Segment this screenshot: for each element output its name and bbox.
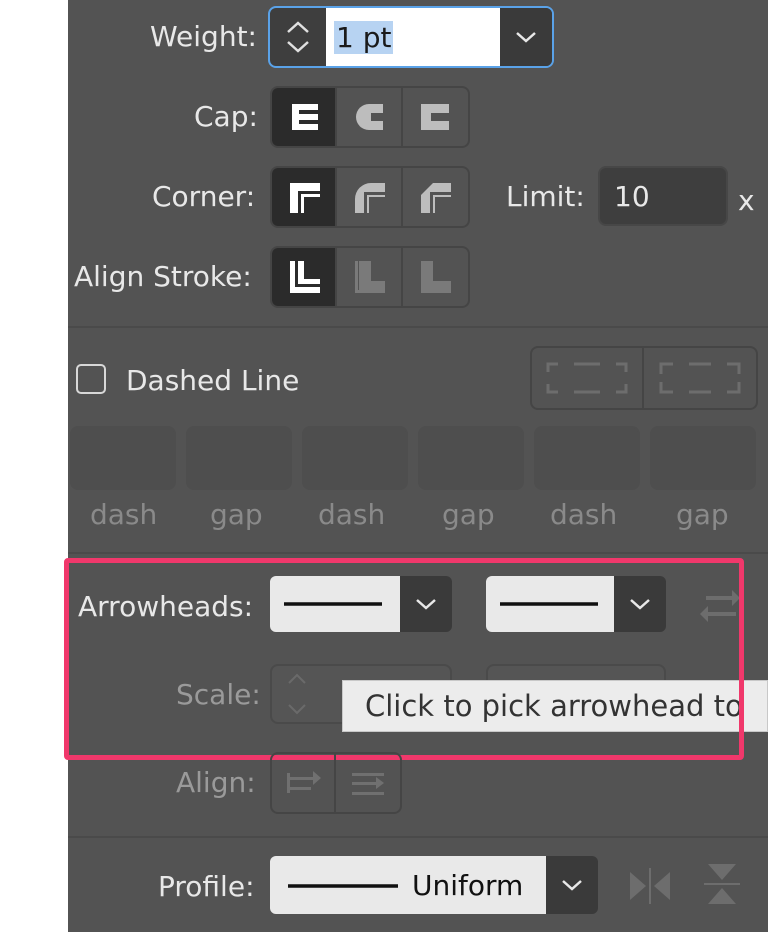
dashed-line-label: Dashed Line	[126, 364, 300, 397]
flip-across-icon	[704, 864, 740, 904]
align-outside-button	[403, 248, 468, 306]
cap-button-group	[270, 86, 470, 148]
align-outside-icon	[421, 261, 452, 293]
projecting-cap-button[interactable]	[403, 88, 468, 146]
arrow-tip-extend-button	[272, 754, 337, 812]
weight-input[interactable]: 1 pt	[326, 8, 500, 66]
profile-dropdown[interactable]: Uniform	[270, 856, 598, 914]
weight-dropdown-button[interactable]	[500, 8, 552, 66]
dash-align-icon	[659, 362, 741, 394]
gap-field-1	[186, 426, 292, 490]
weight-label: Weight:	[150, 20, 257, 53]
weight-value: 1 pt	[334, 20, 394, 54]
gap-label-3: gap	[676, 498, 729, 531]
miter-join-button[interactable]	[272, 168, 338, 226]
limit-label: Limit:	[506, 180, 585, 213]
align-inside-icon	[355, 261, 386, 293]
round-cap-icon	[356, 104, 384, 130]
limit-suffix: x	[738, 184, 755, 217]
limit-value: 10	[614, 179, 650, 213]
profile-value: Uniform	[412, 868, 524, 902]
butt-cap-icon	[291, 104, 318, 130]
uniform-profile-icon	[288, 884, 398, 888]
chevron-down-icon	[562, 880, 582, 891]
miter-join-icon	[289, 183, 320, 213]
section-divider	[68, 326, 768, 328]
limit-input[interactable]: 10	[598, 166, 728, 226]
preserve-dash-button	[532, 348, 645, 408]
dash-style-button-group	[530, 346, 758, 410]
arrow-align-button-group	[270, 752, 402, 814]
corner-label: Corner:	[152, 180, 256, 213]
flip-along-icon	[630, 868, 670, 904]
dash-label-1: dash	[90, 498, 158, 531]
projecting-cap-icon	[421, 104, 450, 130]
corner-button-group	[270, 166, 470, 228]
arrow-place-icon	[352, 773, 385, 795]
butt-cap-button[interactable]	[272, 88, 338, 146]
chevron-down-icon[interactable]	[285, 40, 311, 54]
dash-preserve-icon	[546, 362, 628, 394]
align-center-button[interactable]	[272, 248, 338, 306]
align-label: Align:	[176, 766, 256, 799]
dash-field-1	[70, 426, 176, 490]
align-inside-button	[337, 248, 403, 306]
round-cap-button[interactable]	[337, 88, 403, 146]
gap-label-1: gap	[210, 498, 263, 531]
gap-label-2: gap	[442, 498, 495, 531]
highlight-frame	[64, 558, 744, 760]
dash-field-3	[534, 426, 640, 490]
chevron-up-icon[interactable]	[285, 20, 311, 34]
bevel-join-button[interactable]	[403, 168, 468, 226]
dash-label-2: dash	[318, 498, 386, 531]
arrow-extend-icon	[287, 771, 322, 793]
round-join-icon	[355, 183, 386, 213]
dashed-line-checkbox[interactable]	[76, 364, 106, 394]
section-divider	[68, 552, 768, 554]
dash-label-3: dash	[550, 498, 618, 531]
arrow-tip-place-button	[336, 754, 400, 812]
cap-label: Cap:	[194, 100, 258, 133]
align-stroke-label: Align Stroke:	[74, 260, 252, 293]
align-center-icon	[289, 261, 320, 293]
weight-stepper[interactable]	[270, 8, 326, 66]
weight-control: 1 pt	[268, 6, 554, 68]
bevel-join-icon	[421, 183, 452, 213]
align-stroke-button-group	[270, 246, 470, 308]
dash-field-2	[302, 426, 408, 490]
gap-field-2	[418, 426, 524, 490]
profile-label: Profile:	[158, 870, 255, 903]
section-divider	[68, 836, 768, 838]
chevron-down-icon	[516, 32, 536, 43]
round-join-button[interactable]	[337, 168, 403, 226]
align-dash-button	[644, 348, 756, 408]
gap-field-3	[650, 426, 756, 490]
